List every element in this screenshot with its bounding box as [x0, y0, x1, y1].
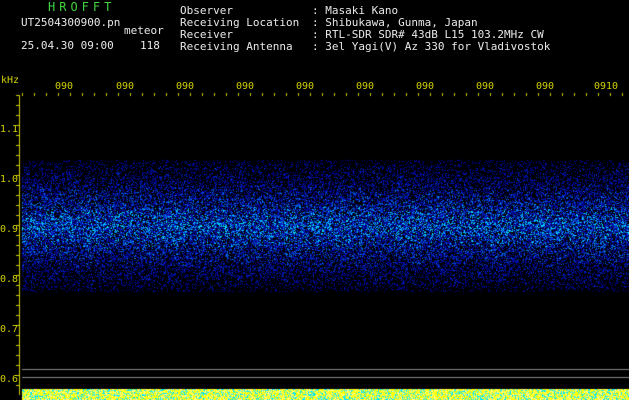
info-label-antenna: Receiving Antenna [180, 40, 293, 53]
waterfall-display [0, 0, 629, 400]
x-tick-label: 0910 [594, 81, 619, 92]
y-tick-label: 1.0 [0, 174, 19, 185]
x-tick-label: 090 [416, 81, 435, 92]
file-name: UT2504300900.pn [21, 16, 121, 29]
y-tick-label: 0.8 [0, 274, 19, 285]
meteor-count: 118 [140, 39, 160, 52]
x-tick-label: 090 [536, 81, 555, 92]
x-tick-label: 090 [356, 81, 375, 92]
x-tick-label: 090 [55, 81, 74, 92]
app-logo: HROFFT [48, 0, 116, 14]
mode-label: meteor [124, 24, 164, 37]
y-tick-label: 1.1 [0, 124, 19, 135]
y-tick-label: 0.9 [0, 224, 19, 235]
x-tick-label: 090 [476, 81, 495, 92]
x-tick-label: 090 [236, 81, 255, 92]
x-tick-label: 090 [296, 81, 315, 92]
y-tick-label: 0.6 [0, 374, 19, 385]
y-axis-unit: kHz [1, 75, 20, 86]
date-time: 25.04.30 09:00 [21, 39, 114, 52]
info-value-antenna: : 3el Yagi(V) Az 330 for Vladivostok [312, 40, 551, 53]
x-tick-label: 090 [176, 81, 195, 92]
y-tick-label: 0.7 [0, 324, 19, 335]
x-tick-label: 090 [116, 81, 135, 92]
